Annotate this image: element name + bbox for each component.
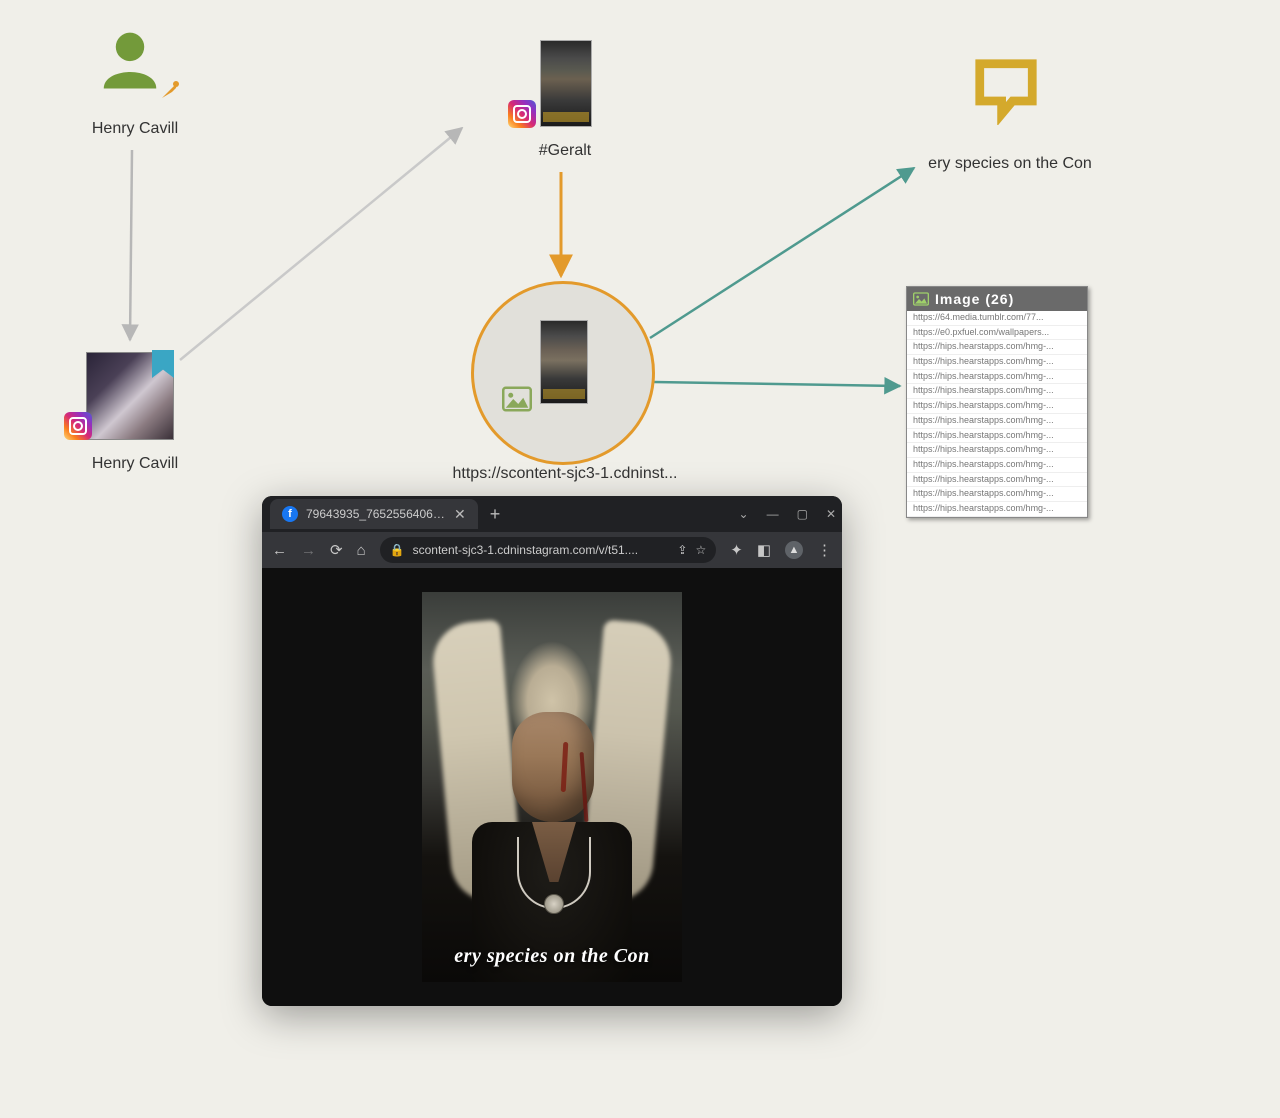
image-panel-row[interactable]: https://hips.hearstapps.com/hmg-... bbox=[907, 473, 1087, 488]
star-icon[interactable]: ☆ bbox=[695, 543, 706, 557]
image-caption: ery species on the Con bbox=[422, 945, 682, 968]
graph-canvas[interactable]: Henry Cavill #Geralt Henry Cavill ery sp… bbox=[0, 0, 1280, 1118]
image-panel-header: Image (26) bbox=[907, 287, 1087, 311]
image-panel-row[interactable]: https://hips.hearstapps.com/hmg-... bbox=[907, 384, 1087, 399]
browser-window[interactable]: f 79643935_765255640659950_37... ✕ + ⌄ ―… bbox=[262, 496, 842, 1006]
image-panel-row[interactable]: https://hips.hearstapps.com/hmg-... bbox=[907, 458, 1087, 473]
chat-label: ery species on the Con bbox=[900, 155, 1120, 173]
tab-title: 79643935_765255640659950_37... bbox=[306, 507, 446, 521]
facebook-favicon: f bbox=[282, 506, 298, 522]
window-maximize-button[interactable]: ▢ bbox=[797, 507, 808, 521]
image-panel-row[interactable]: https://hips.hearstapps.com/hmg-... bbox=[907, 502, 1087, 517]
image-panel-row[interactable]: https://hips.hearstapps.com/hmg-... bbox=[907, 370, 1087, 385]
window-close-button[interactable]: ✕ bbox=[826, 507, 836, 521]
nav-forward-button[interactable]: → bbox=[301, 542, 316, 559]
image-panel-row[interactable]: https://e0.pxfuel.com/wallpapers... bbox=[907, 326, 1087, 341]
person-icon bbox=[95, 25, 165, 95]
instagram-icon bbox=[508, 100, 536, 128]
lock-icon: 🔒 bbox=[390, 543, 405, 557]
browser-toolbar: ← → ⟳ ⌂ 🔒 scontent-sjc3-1.cdninstagram.c… bbox=[262, 532, 842, 568]
image-panel-row[interactable]: https://hips.hearstapps.com/hmg-... bbox=[907, 414, 1087, 429]
center-thumbnail bbox=[540, 320, 588, 404]
image-panel-row[interactable]: https://hips.hearstapps.com/hmg-... bbox=[907, 443, 1087, 458]
image-icon bbox=[502, 386, 532, 412]
url-text: scontent-sjc3-1.cdninstagram.com/v/t51..… bbox=[413, 543, 670, 557]
extensions-icon[interactable]: ✦ bbox=[730, 541, 743, 559]
nav-reload-button[interactable]: ⟳ bbox=[330, 541, 343, 559]
instagram-icon bbox=[64, 412, 92, 440]
hashtag-label: #Geralt bbox=[505, 142, 625, 160]
photo-entity-label: Henry Cavill bbox=[70, 455, 200, 473]
pin-icon bbox=[158, 78, 182, 102]
image-panel-row[interactable]: https://hips.hearstapps.com/hmg-... bbox=[907, 355, 1087, 370]
tab-close-button[interactable]: ✕ bbox=[454, 506, 466, 523]
address-bar[interactable]: 🔒 scontent-sjc3-1.cdninstagram.com/v/t51… bbox=[380, 537, 717, 563]
window-minimize-button[interactable]: ― bbox=[767, 507, 779, 521]
side-panel-icon[interactable]: ◧ bbox=[757, 541, 771, 559]
image-list-panel[interactable]: Image (26) https://64.media.tumblr.com/7… bbox=[906, 286, 1088, 518]
chat-icon[interactable] bbox=[971, 55, 1041, 125]
browser-tabbar: f 79643935_765255640659950_37... ✕ + ⌄ ―… bbox=[262, 496, 842, 532]
menu-icon[interactable]: ⋮ bbox=[817, 541, 832, 559]
center-label: https://scontent-sjc3-1.cdninst... bbox=[410, 465, 720, 483]
image-panel-row[interactable]: https://hips.hearstapps.com/hmg-... bbox=[907, 399, 1087, 414]
image-panel-title: Image (26) bbox=[935, 291, 1014, 307]
image-panel-row[interactable]: https://hips.hearstapps.com/hmg-... bbox=[907, 487, 1087, 502]
share-icon[interactable]: ⇪ bbox=[677, 543, 687, 557]
window-dropdown-icon[interactable]: ⌄ bbox=[739, 507, 749, 521]
nav-back-button[interactable]: ← bbox=[272, 542, 287, 559]
nav-home-button[interactable]: ⌂ bbox=[357, 542, 366, 559]
image-panel-row[interactable]: https://64.media.tumblr.com/77... bbox=[907, 311, 1087, 326]
new-tab-button[interactable]: + bbox=[490, 504, 501, 525]
hashtag-thumbnail bbox=[540, 40, 592, 127]
image-panel-row[interactable]: https://hips.hearstapps.com/hmg-... bbox=[907, 429, 1087, 444]
content-image: ery species on the Con bbox=[422, 592, 682, 982]
person-label: Henry Cavill bbox=[70, 120, 200, 138]
image-icon bbox=[913, 292, 929, 306]
browser-viewport[interactable]: ery species on the Con bbox=[262, 568, 842, 1006]
browser-tab[interactable]: f 79643935_765255640659950_37... ✕ bbox=[270, 499, 478, 529]
profile-avatar[interactable]: ▲ bbox=[785, 541, 803, 559]
image-panel-row[interactable]: https://hips.hearstapps.com/hmg-... bbox=[907, 340, 1087, 355]
